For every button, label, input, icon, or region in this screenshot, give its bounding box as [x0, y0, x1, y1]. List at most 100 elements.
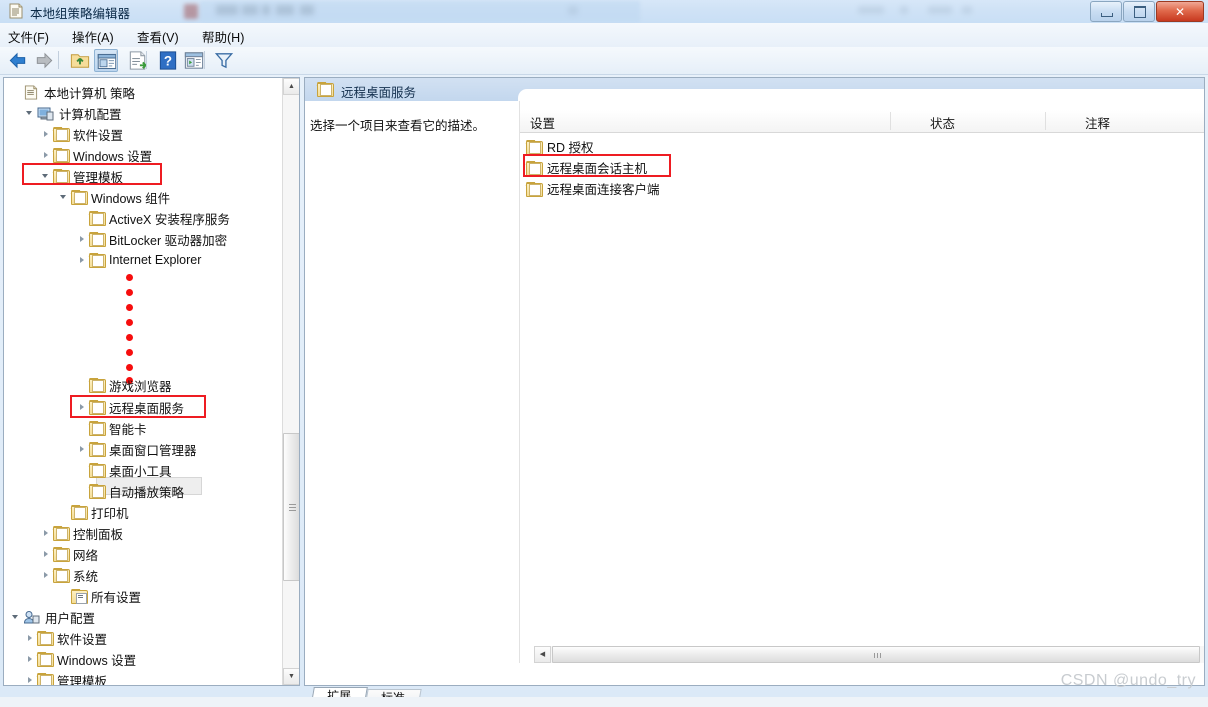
folder-icon [88, 484, 106, 499]
expander-open-icon[interactable] [24, 107, 37, 120]
tree-node-bitlocker-drive-encryption[interactable]: BitLocker 驱动器加密 [76, 229, 227, 249]
tree-node-desktop-gadgets[interactable]: 桌面小工具 [76, 460, 172, 480]
tree-node-user-administrative-templates[interactable]: 管理模板 [24, 670, 107, 686]
expander-closed-icon[interactable] [24, 674, 37, 686]
expander-closed-icon[interactable] [40, 149, 53, 162]
filter-button[interactable] [212, 49, 236, 72]
hscrollbar-thumb[interactable] [552, 646, 1200, 663]
scroll-left-button[interactable]: ◀ [534, 646, 551, 663]
expander-closed-icon[interactable] [24, 632, 37, 645]
close-button[interactable]: ✕ [1156, 1, 1204, 22]
column-header-setting[interactable]: 设置 [530, 113, 555, 132]
list-item-rd-connection-client[interactable]: 远程桌面连接客户端 [525, 178, 660, 199]
tree-node-control-panel[interactable]: 控制面板 [40, 523, 123, 543]
folder-icon [316, 82, 334, 97]
policy-root-icon [23, 84, 39, 100]
tree-node-label: 用户配置 [45, 611, 96, 626]
column-header-comment[interactable]: 注释 [1085, 113, 1110, 132]
ghost-artifact-10 [928, 6, 952, 14]
expander-closed-icon[interactable] [76, 254, 89, 267]
tree-node-system[interactable]: 系统 [40, 565, 98, 585]
up-one-level-button[interactable] [68, 49, 92, 72]
tree-node-user-software-settings[interactable]: 软件设置 [24, 628, 107, 648]
tree-node-printers[interactable]: 打印机 [58, 502, 129, 522]
help-button[interactable]: ? [156, 49, 180, 72]
tree-node-user-windows-settings[interactable]: Windows 设置 [24, 649, 136, 669]
tree-node-network[interactable]: 网络 [40, 544, 98, 564]
window-controls: ✕ [1089, 1, 1204, 22]
expander-closed-icon[interactable] [40, 128, 53, 141]
expander-none-icon [76, 422, 89, 435]
expander-open-icon[interactable] [58, 191, 71, 204]
folder-icon [52, 127, 70, 142]
computer-icon [37, 106, 54, 121]
tree-node-activex-installer-service[interactable]: ActiveX 安装程序服务 [76, 208, 230, 228]
tree-node-label: 系统 [73, 569, 99, 584]
user-icon [23, 610, 40, 625]
tree-node-user-configuration[interactable]: 用户配置 [10, 607, 95, 627]
show-hide-tree-button[interactable] [94, 49, 118, 72]
folder-icon [52, 568, 70, 583]
ghost-artifact-7 [568, 6, 578, 15]
tree-node-software-settings[interactable]: 软件设置 [40, 124, 123, 144]
list-horizontal-scrollbar[interactable]: ◀ [534, 646, 1204, 663]
tree-node-local-computer-policy[interactable]: 本地计算机 策略 [10, 82, 135, 102]
ghost-artifact-4 [262, 5, 270, 15]
tree-node-label: 本地计算机 策略 [44, 86, 135, 101]
forward-button[interactable] [32, 49, 56, 72]
menu-item-view[interactable]: 查看(V) [137, 27, 179, 46]
tree-node-windows-settings[interactable]: Windows 设置 [40, 145, 152, 165]
column-header-state[interactable]: 状态 [930, 113, 955, 132]
tree-vertical-scrollbar[interactable]: ▲ ▼ [282, 78, 299, 685]
scrollbar-thumb[interactable] [283, 433, 299, 581]
tree-node-smart-card[interactable]: 智能卡 [76, 418, 147, 438]
menu-item-file[interactable]: 文件(F) [8, 27, 49, 46]
tree-node-label: 计算机配置 [59, 107, 122, 122]
scroll-up-button[interactable]: ▲ [283, 78, 299, 95]
ghost-artifact-5 [276, 5, 294, 15]
column-divider-2[interactable] [1045, 112, 1046, 130]
menu-item-action[interactable]: 操作(A) [72, 27, 114, 46]
minimize-button[interactable] [1090, 1, 1122, 22]
tree-node-label: 智能卡 [109, 422, 147, 437]
tree-node-game-explorer[interactable]: 游戏浏览器 [76, 375, 172, 395]
new-window-button[interactable] [182, 49, 206, 72]
funnel-filter-icon [214, 53, 234, 69]
folder-icon [52, 148, 70, 163]
expander-closed-icon[interactable] [40, 527, 53, 540]
expander-closed-icon[interactable] [40, 548, 53, 561]
window-title: 本地组策略编辑器 [30, 7, 131, 21]
expander-closed-icon[interactable] [40, 569, 53, 582]
toolbar: ? [0, 47, 1208, 75]
maximize-button[interactable] [1123, 1, 1155, 22]
expander-none-icon [76, 464, 89, 477]
tree-node-label: BitLocker 驱动器加密 [109, 233, 228, 248]
tree-node-desktop-window-manager[interactable]: 桌面窗口管理器 [76, 439, 197, 459]
tree-node-autoplay-policies[interactable]: 自动播放策略 [76, 481, 184, 501]
arrow-left-icon [9, 52, 26, 69]
tree-node-computer-configuration[interactable]: 计算机配置 [24, 103, 122, 123]
column-divider-1[interactable] [890, 112, 891, 130]
scroll-down-button[interactable]: ▼ [283, 668, 299, 685]
folder-icon [36, 631, 54, 646]
chevron-left-icon: ◀ [539, 651, 546, 658]
expander-closed-icon[interactable] [76, 233, 89, 246]
menu-item-help[interactable]: 帮助(H) [202, 27, 244, 46]
minimize-icon [1101, 13, 1113, 17]
folder-icon [52, 526, 70, 541]
toolbar-separator-3 [146, 51, 147, 69]
tree-node-windows-components[interactable]: Windows 组件 [58, 187, 170, 207]
expander-closed-icon[interactable] [76, 443, 89, 456]
tree-node-label: 游戏浏览器 [109, 379, 172, 394]
tree-node-all-settings[interactable]: 所有设置 [58, 586, 141, 606]
console-tree-icon [97, 53, 117, 70]
expander-closed-icon[interactable] [24, 653, 37, 666]
tree-node-internet-explorer[interactable]: Internet Explorer [76, 250, 201, 270]
expander-open-icon[interactable] [10, 611, 23, 624]
expander-none-icon [58, 506, 71, 519]
console-tree[interactable]: 本地计算机 策略 计算机配置 软件设置 Windows 设置 管理模板 Wind… [3, 77, 300, 686]
tree-node-label: Internet Explorer [109, 253, 202, 267]
settings-list[interactable]: 设置 状态 注释 RD 授权 远程桌面会话主机 远程桌面连接客户端 ◀ [519, 101, 1204, 663]
ghost-artifact-8 [858, 6, 884, 14]
back-button[interactable] [6, 49, 30, 72]
